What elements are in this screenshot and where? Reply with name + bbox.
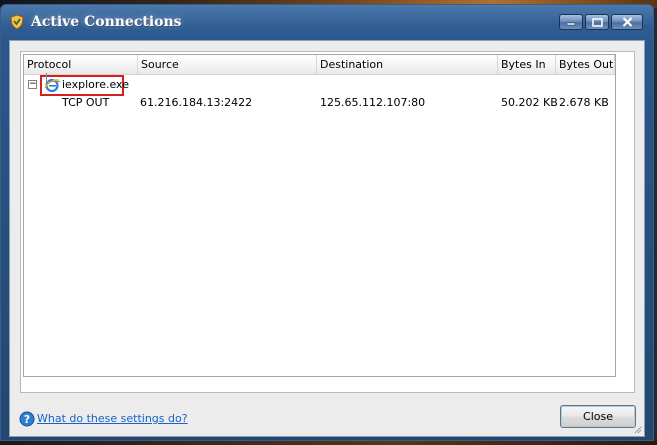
resize-grip-icon[interactable]	[632, 424, 642, 434]
collapse-toggle[interactable]: −	[28, 80, 37, 89]
svg-text:?: ?	[24, 413, 30, 426]
connection-bytes-out: 2.678 KB	[559, 96, 609, 109]
list-header: Protocol Source Destination Bytes In Byt…	[24, 55, 615, 75]
column-header-bytes-in[interactable]: Bytes In	[498, 55, 556, 74]
close-icon	[622, 17, 632, 27]
minimize-button[interactable]	[559, 14, 583, 30]
column-header-bytes-out[interactable]: Bytes Out	[556, 55, 615, 74]
column-header-protocol[interactable]: Protocol	[24, 55, 138, 74]
connection-protocol: TCP OUT	[62, 96, 110, 109]
connections-panel: Protocol Source Destination Bytes In Byt…	[20, 51, 635, 393]
help-icon[interactable]: ?	[19, 411, 35, 427]
maximize-button[interactable]	[585, 14, 609, 30]
help-link[interactable]: What do these settings do?	[37, 412, 188, 425]
process-name: iexplore.exe	[62, 78, 129, 91]
shield-icon	[10, 14, 24, 30]
close-button[interactable]: Close	[560, 405, 636, 428]
connection-bytes-in: 50.202 KB	[501, 96, 558, 109]
column-header-source[interactable]: Source	[138, 55, 317, 74]
maximize-icon	[591, 17, 603, 27]
tree-line	[46, 73, 47, 81]
window-title: Active Connections	[31, 14, 182, 30]
process-row[interactable]: − iexplore.exe	[24, 75, 615, 96]
column-header-destination[interactable]: Destination	[317, 55, 498, 74]
connection-source: 61.216.184.13:2422	[140, 96, 253, 109]
active-connections-window: Active Connections Protocol Source Desti…	[0, 4, 654, 441]
connection-destination: 125.65.112.107:80	[320, 96, 426, 109]
connections-list[interactable]: Protocol Source Destination Bytes In Byt…	[23, 54, 616, 377]
connection-row[interactable]: TCP OUT 61.216.184.13:2422 125.65.112.10…	[24, 94, 615, 112]
minimize-icon	[566, 22, 576, 26]
window-content: Protocol Source Destination Bytes In Byt…	[9, 40, 645, 437]
title-bar[interactable]: Active Connections	[1, 5, 653, 37]
window-close-button[interactable]	[611, 14, 643, 30]
tree-line	[46, 81, 60, 82]
